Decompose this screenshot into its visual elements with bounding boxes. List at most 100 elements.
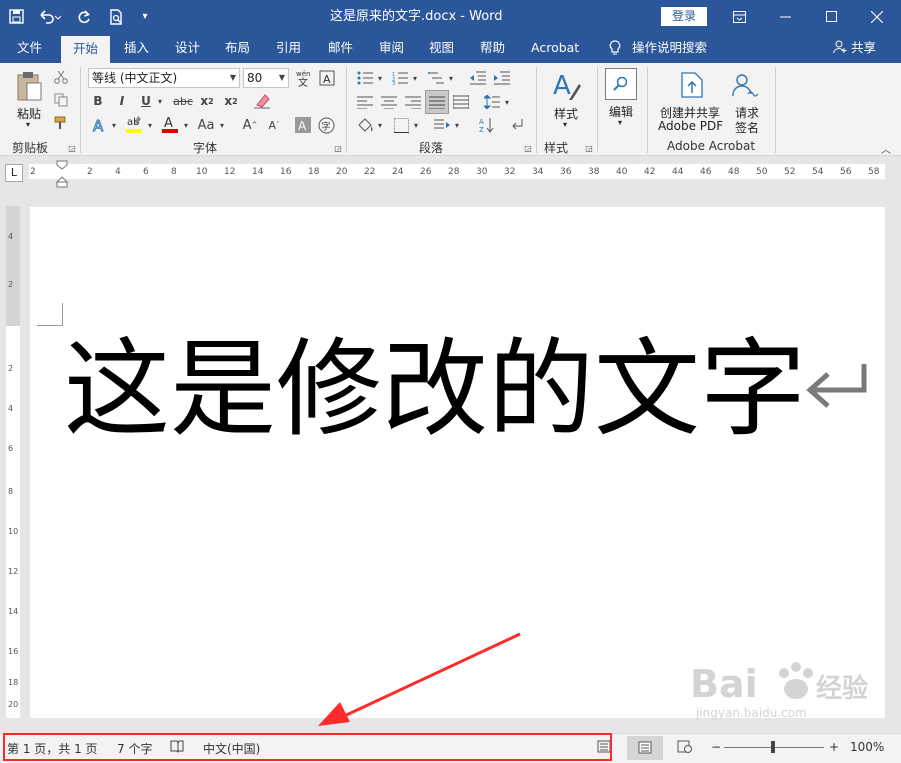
- chinese-layout-dropdown-icon[interactable]: ▾: [452, 115, 462, 135]
- font-color-icon[interactable]: A: [160, 113, 180, 135]
- enclose-characters-icon[interactable]: 字: [317, 115, 335, 135]
- tab-mailings[interactable]: 邮件: [328, 33, 353, 63]
- maximize-icon[interactable]: [808, 0, 854, 33]
- redo-icon[interactable]: [68, 0, 100, 33]
- paste-icon[interactable]: [12, 69, 46, 103]
- zoom-slider-thumb[interactable]: [771, 741, 775, 753]
- share-button[interactable]: 共享: [833, 33, 876, 63]
- tab-selector[interactable]: L: [5, 164, 23, 182]
- copy-icon[interactable]: [52, 91, 70, 109]
- login-button[interactable]: 登录: [661, 7, 707, 26]
- borders-icon[interactable]: [391, 115, 411, 135]
- create-pdf-icon[interactable]: [677, 69, 707, 101]
- align-left-icon[interactable]: [355, 92, 375, 112]
- print-preview-icon[interactable]: [100, 0, 132, 33]
- styles-icon[interactable]: A: [549, 68, 583, 104]
- undo-icon[interactable]: [32, 0, 68, 33]
- tell-me-search[interactable]: 操作说明搜索: [632, 33, 707, 63]
- line-spacing-icon[interactable]: [482, 92, 502, 112]
- cut-icon[interactable]: [52, 68, 70, 86]
- bullets-icon[interactable]: [355, 68, 375, 88]
- align-center-icon[interactable]: [379, 92, 399, 112]
- editing-dropdown-icon[interactable]: ▾: [618, 118, 622, 127]
- change-case-dropdown-icon[interactable]: ▾: [217, 115, 227, 135]
- close-icon[interactable]: [854, 0, 900, 33]
- indent-markers-icon[interactable]: [56, 160, 68, 188]
- tab-view[interactable]: 视图: [429, 33, 454, 63]
- multilevel-dropdown-icon[interactable]: ▾: [446, 68, 456, 88]
- document-body-text[interactable]: 这是修改的文字: [64, 330, 806, 450]
- character-border-icon[interactable]: A: [317, 68, 337, 88]
- ribbon-display-options-icon[interactable]: [716, 0, 762, 33]
- tab-file[interactable]: 文件: [17, 33, 42, 63]
- character-shading-icon[interactable]: A: [294, 115, 312, 135]
- superscript-icon[interactable]: x2: [222, 92, 240, 110]
- paragraph-launcher-icon[interactable]: ◲: [523, 143, 533, 153]
- font-launcher-icon[interactable]: ◲: [333, 143, 343, 153]
- font-color-dropdown-icon[interactable]: ▾: [181, 115, 191, 135]
- lightbulb-icon[interactable]: [609, 33, 621, 63]
- text-effects-dropdown-icon[interactable]: ▾: [109, 115, 119, 135]
- request-signature-line2[interactable]: 签名: [735, 119, 759, 136]
- underline-icon[interactable]: U: [138, 92, 154, 110]
- create-pdf-label-line2[interactable]: Adobe PDF: [658, 119, 723, 133]
- text-effects-icon[interactable]: A: [88, 115, 110, 135]
- strikethrough-icon[interactable]: abc: [172, 92, 194, 110]
- shrink-font-icon[interactable]: Aˇ: [265, 115, 283, 135]
- highlight-color-icon[interactable]: ab: [124, 113, 144, 135]
- bullets-dropdown-icon[interactable]: ▾: [375, 68, 385, 88]
- change-case-icon[interactable]: Aa: [196, 115, 216, 135]
- print-layout-view-icon[interactable]: [627, 736, 663, 760]
- grow-font-icon[interactable]: A ^: [241, 115, 259, 135]
- highlight-dropdown-icon[interactable]: ▾: [145, 115, 155, 135]
- zoom-out-icon[interactable]: −: [711, 740, 721, 754]
- phonetic-guide-icon[interactable]: wén 文: [293, 68, 313, 88]
- shading-icon[interactable]: [355, 115, 375, 135]
- zoom-level[interactable]: 100%: [850, 740, 884, 754]
- styles-launcher-icon[interactable]: ◲: [584, 143, 594, 153]
- tab-design[interactable]: 设计: [175, 33, 200, 63]
- web-layout-view-icon[interactable]: [677, 740, 692, 756]
- request-signature-icon[interactable]: [729, 69, 763, 101]
- paste-dropdown-icon[interactable]: ▾: [26, 120, 30, 129]
- ruler-tick: 36: [560, 167, 572, 177]
- zoom-in-icon[interactable]: +: [829, 740, 839, 754]
- format-painter-icon[interactable]: [52, 114, 70, 132]
- tab-layout[interactable]: 布局: [225, 33, 250, 63]
- line-spacing-dropdown-icon[interactable]: ▾: [502, 92, 512, 112]
- numbering-dropdown-icon[interactable]: ▾: [410, 68, 420, 88]
- chinese-layout-icon[interactable]: [432, 115, 452, 135]
- styles-dropdown-icon[interactable]: ▾: [563, 120, 567, 129]
- minimize-icon[interactable]: [762, 0, 808, 33]
- sort-icon[interactable]: AZ: [477, 115, 497, 135]
- ruler-tick: 20: [336, 167, 348, 177]
- show-formatting-marks-icon[interactable]: [507, 115, 527, 135]
- borders-dropdown-icon[interactable]: ▾: [411, 115, 421, 135]
- tab-insert[interactable]: 插入: [124, 33, 149, 63]
- shading-dropdown-icon[interactable]: ▾: [375, 115, 385, 135]
- tab-references[interactable]: 引用: [276, 33, 301, 63]
- italic-icon[interactable]: I: [114, 92, 130, 110]
- save-icon[interactable]: [0, 0, 32, 33]
- multilevel-list-icon[interactable]: [426, 68, 446, 88]
- customize-qat-icon[interactable]: ▾: [132, 0, 158, 33]
- distributed-icon[interactable]: [451, 92, 471, 112]
- font-name-combo[interactable]: 等线 (中文正文) ▼: [88, 68, 240, 88]
- decrease-indent-icon[interactable]: [468, 68, 488, 88]
- collapse-ribbon-icon[interactable]: ︿: [880, 143, 892, 156]
- underline-dropdown-icon[interactable]: ▾: [155, 92, 165, 110]
- tab-acrobat[interactable]: Acrobat: [531, 33, 579, 63]
- font-size-combo[interactable]: 80 ▼: [243, 68, 289, 88]
- tab-home[interactable]: 开始: [61, 36, 111, 63]
- tab-help[interactable]: 帮助: [480, 33, 505, 63]
- increase-indent-icon[interactable]: [492, 68, 512, 88]
- subscript-icon[interactable]: x2: [198, 92, 216, 110]
- clear-formatting-icon[interactable]: [252, 91, 272, 111]
- justify-icon[interactable]: [425, 90, 449, 114]
- numbering-icon[interactable]: 123: [390, 68, 410, 88]
- bold-icon[interactable]: B: [90, 92, 106, 110]
- find-icon[interactable]: [605, 68, 637, 100]
- tab-review[interactable]: 审阅: [379, 33, 404, 63]
- align-right-icon[interactable]: [403, 92, 423, 112]
- clipboard-launcher-icon[interactable]: ◲: [67, 143, 77, 153]
